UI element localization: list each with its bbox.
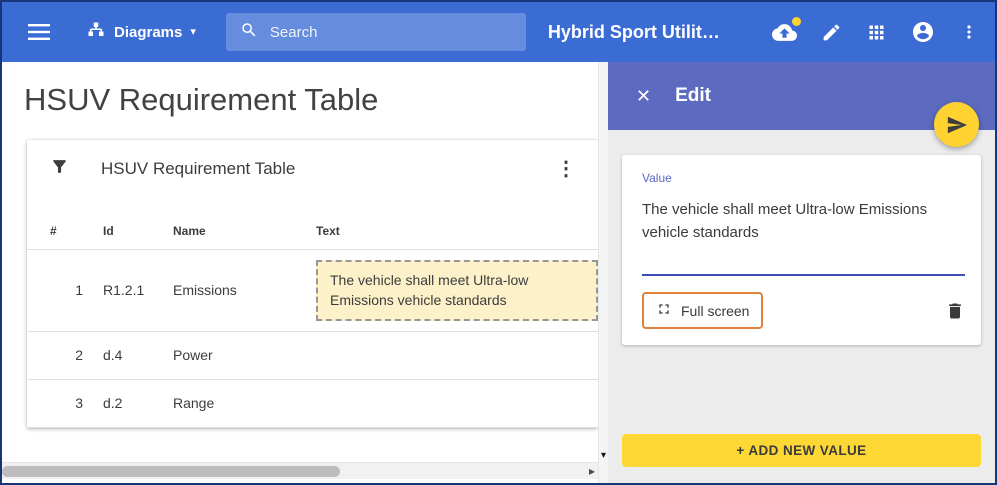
cell-num: 1: [50, 282, 103, 298]
account-icon[interactable]: [911, 20, 935, 44]
cell-text: The vehicle shall meet Ultra-low Emissio…: [316, 250, 598, 331]
chevron-down-icon: ▾: [190, 27, 196, 38]
scroll-down-arrow-icon[interactable]: ▾: [601, 451, 606, 461]
table-header-row: # Id Name Text: [27, 198, 598, 250]
table-kebab-icon[interactable]: ⋮: [550, 159, 582, 179]
search-box[interactable]: [226, 13, 526, 51]
col-header-id: Id: [103, 224, 173, 238]
col-header-name: Name: [173, 224, 316, 238]
overflow-kebab-icon[interactable]: [959, 22, 979, 42]
topbar: Diagrams ▾ Hybrid Sport Utilit…: [2, 2, 995, 62]
table-row[interactable]: 2 d.4 Power: [27, 332, 598, 380]
document-title: Hybrid Sport Utilit…: [548, 22, 720, 43]
table-card-header: HSUV Requirement Table ⋮: [27, 140, 598, 198]
app-window: Diagrams ▾ Hybrid Sport Utilit…: [0, 0, 997, 485]
topbar-actions: [772, 20, 979, 45]
diagrams-label: Diagrams: [114, 24, 182, 41]
fullscreen-button[interactable]: Full screen: [642, 292, 763, 329]
edit-pencil-icon[interactable]: [821, 22, 842, 43]
scroll-right-arrow-icon[interactable]: ▸: [589, 464, 595, 479]
value-field-text[interactable]: The vehicle shall meet Ultra-low Emissio…: [642, 199, 965, 244]
requirement-table-card: HSUV Requirement Table ⋮ # Id Name Text …: [27, 140, 598, 428]
value-card: Value The vehicle shall meet Ultra-low E…: [622, 155, 981, 345]
apps-grid-icon[interactable]: [866, 22, 887, 43]
add-new-value-button[interactable]: + ADD NEW VALUE: [622, 434, 981, 467]
cell-id: R1.2.1: [103, 282, 173, 298]
fullscreen-label: Full screen: [681, 303, 749, 319]
cloud-upload-icon[interactable]: [772, 20, 797, 45]
cell-id: d.2: [103, 395, 173, 411]
search-icon: [240, 21, 258, 44]
selected-text-cell[interactable]: The vehicle shall meet Ultra-low Emissio…: [316, 260, 598, 321]
send-fab-button[interactable]: [934, 102, 979, 147]
filter-funnel-icon[interactable]: [50, 157, 69, 181]
edit-panel: ✕ Edit Value The vehicle shall meet Ultr…: [608, 62, 995, 483]
table-row[interactable]: 1 R1.2.1 Emissions The vehicle shall mee…: [27, 250, 598, 332]
fullscreen-icon: [656, 301, 672, 320]
horizontal-scrollbar[interactable]: ▸: [2, 462, 598, 479]
cell-num: 2: [50, 347, 103, 363]
table-row[interactable]: 3 d.2 Range: [27, 380, 598, 428]
cell-num: 3: [50, 395, 103, 411]
close-icon[interactable]: ✕: [636, 87, 651, 105]
cell-name: Emissions: [173, 282, 316, 298]
vertical-scrollbar[interactable]: ▾: [598, 62, 608, 483]
page-title: HSUV Requirement Table: [24, 82, 598, 118]
diagrams-icon: [86, 21, 106, 44]
col-header-num: #: [50, 224, 103, 238]
table-card-title: HSUV Requirement Table: [101, 159, 295, 179]
value-card-actions: Full screen: [642, 292, 965, 329]
value-field-underline: [642, 274, 965, 276]
cell-name: Power: [173, 347, 316, 363]
document-panel: HSUV Requirement Table HSUV Requirement …: [2, 62, 598, 483]
cell-name: Range: [173, 395, 316, 411]
edit-panel-title: Edit: [675, 85, 711, 107]
delete-trash-icon[interactable]: [945, 301, 965, 321]
diagrams-menu[interactable]: Diagrams ▾: [86, 21, 196, 44]
notification-dot-badge: [792, 17, 801, 26]
cell-id: d.4: [103, 347, 173, 363]
main-area: HSUV Requirement Table HSUV Requirement …: [2, 62, 995, 483]
horizontal-scrollbar-thumb[interactable]: [2, 466, 340, 477]
col-header-text: Text: [316, 224, 598, 238]
search-input[interactable]: [270, 24, 512, 41]
send-icon: [946, 114, 968, 136]
value-field-label: Value: [642, 171, 965, 185]
hamburger-menu-icon[interactable]: [28, 24, 50, 40]
